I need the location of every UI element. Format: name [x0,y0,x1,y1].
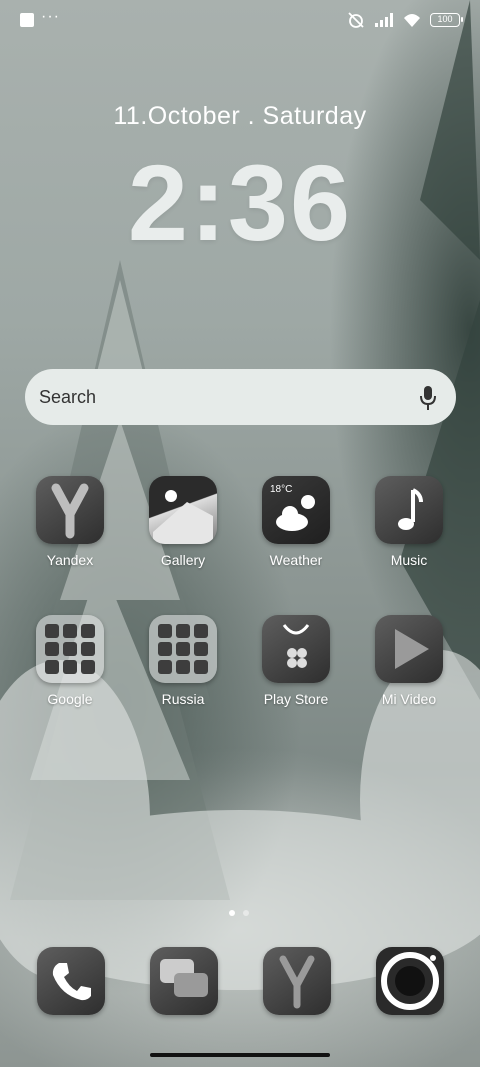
gesture-navigation-bar[interactable] [150,1053,330,1057]
search-placeholder: Search [39,387,97,407]
app-label: Google [47,691,93,707]
alarm-off-icon [348,12,364,28]
app-play-store[interactable]: Play Store [246,615,346,707]
messages-icon[interactable] [150,947,218,1015]
page-indicator [243,910,249,916]
play-store-icon [262,615,330,683]
app-weather[interactable]: 18°C Weather [246,476,346,568]
page-indicator-active [229,910,235,916]
app-label: Play Store [263,691,329,707]
app-label: Russia [161,691,205,707]
lockscreen-date: 11.October . Saturday [113,102,367,130]
camera-icon[interactable] [376,947,444,1015]
phone-icon[interactable] [37,947,105,1015]
microphone-icon[interactable] [420,385,436,411]
gallery-icon [149,476,217,544]
google-folder-icon [36,615,104,683]
app-label: Music [390,552,428,568]
clock-widget[interactable]: 2:36 [0,140,480,265]
search-bar[interactable]: Search [25,369,456,425]
more-notifications-icon: ··· [41,8,60,25]
signal-icon [375,13,393,27]
app-yandex[interactable]: Yandex [20,476,120,568]
mi-video-icon [375,615,443,683]
russia-folder-icon [149,615,217,683]
battery-icon: 100 [430,13,463,27]
folder-russia[interactable]: Russia [133,615,233,707]
notification-icon [20,13,34,27]
app-label: Mi Video [381,691,437,707]
music-icon [375,476,443,544]
wifi-icon [404,14,420,27]
app-mi-video[interactable]: Mi Video [359,615,459,707]
status-bar: ··· 100 [0,0,480,42]
app-label: Yandex [46,552,94,568]
app-label: Gallery [160,552,206,568]
folder-google[interactable]: Google [20,615,120,707]
weather-icon: 18°C [262,476,330,544]
weather-temp: 18°C [270,484,293,495]
app-label: Weather [269,552,323,568]
yandex-browser-icon[interactable] [263,947,331,1015]
yandex-icon [36,476,104,544]
app-gallery[interactable]: Gallery [133,476,233,568]
app-music[interactable]: Music [359,476,459,568]
